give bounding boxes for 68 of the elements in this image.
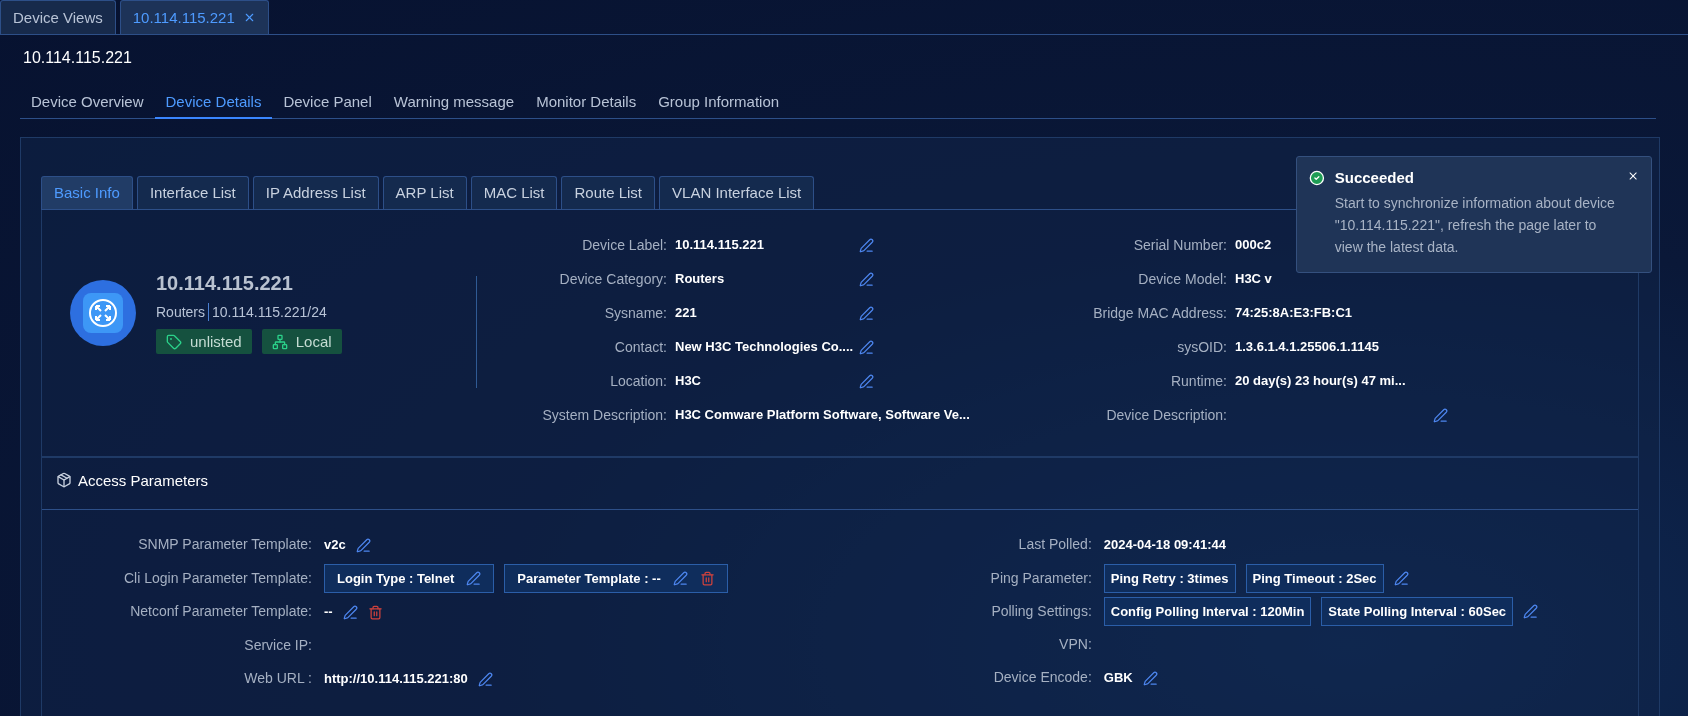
field-label: Device Label: [581, 236, 667, 255]
field-label: Polling Settings: [990, 602, 1092, 621]
section-tab[interactable]: Device Overview [20, 85, 155, 119]
detail-tab[interactable]: Interface List [136, 176, 249, 209]
device-tag: Local [261, 329, 342, 354]
field-label: Service IP: [243, 636, 312, 655]
field-value: New H3C Technologies Co.... [675, 338, 854, 356]
field-value: 2024-04-18 09:41:44 [1103, 536, 1226, 554]
field-label: Contact: [613, 338, 667, 357]
chip-text: Ping Timeout : 2Sec [1252, 571, 1377, 586]
field-label: Device Encode: [992, 668, 1092, 687]
field-value: 20 day(s) 23 hour(s) 47 mi... [1235, 372, 1406, 390]
chip-text: Config Polling Interval : 120Min [1110, 604, 1305, 619]
field-label: Sysname: [603, 304, 667, 323]
detail-tab[interactable]: Route List [561, 176, 656, 209]
chip-text: Ping Retry : 3times [1110, 571, 1229, 586]
field-label: Ping Parameter: [989, 569, 1092, 588]
field-value: 1.3.6.1.4.1.25506.1.1145 [1235, 338, 1379, 356]
section-tab[interactable]: Device Details [154, 85, 273, 119]
field-label: Serial Number: [1132, 236, 1227, 255]
section-title: Access Parameters [78, 472, 209, 489]
field-label: Bridge MAC Address: [1092, 304, 1227, 323]
chip-text: Parameter Template : -- [517, 571, 661, 586]
field-value: H3C v [1235, 270, 1272, 288]
field-label: Device Description: [1105, 406, 1227, 425]
field-label: Netconf Parameter Template: [129, 602, 312, 621]
detail-tab[interactable]: Basic Info [41, 176, 133, 209]
chip-text: State Polling Interval : 60Sec [1328, 604, 1507, 619]
detail-tab[interactable]: MAC List [470, 176, 558, 209]
field-value: -- [324, 603, 333, 621]
field-value: 000c2 [1235, 236, 1272, 254]
field-label: Location: [609, 372, 667, 391]
section-tab[interactable]: Warning message [382, 85, 526, 119]
field-value: GBK [1103, 669, 1133, 687]
field-value: 221 [675, 304, 697, 322]
field-value: H3C [675, 372, 701, 390]
section-tab[interactable]: Group Information [647, 85, 791, 119]
section-tab[interactable]: Device Panel [272, 85, 383, 119]
field-label: Device Model: [1137, 270, 1227, 289]
detail-tab[interactable]: ARP List [382, 176, 467, 209]
detail-tab[interactable]: VLAN Interface List [659, 176, 815, 209]
field-label: Device Category: [558, 270, 667, 289]
toast-message: Start to synchronize information about device "10.114.115.221", refresh the page later to view the latest data. [1334, 194, 1616, 257]
device-tag: unlisted [156, 329, 252, 354]
toast-title: Succeeded [1334, 169, 1415, 186]
field-label: Web URL : [243, 669, 312, 688]
field-label: Last Polled: [1017, 535, 1092, 554]
chip-text: Login Type : Telnet [337, 571, 455, 586]
field-label: sysOID: [1176, 338, 1227, 357]
field-value: 10.114.115.221 [675, 236, 764, 254]
field-value: http://10.114.115.221:80 [324, 670, 468, 688]
section-tab[interactable]: Monitor Details [525, 85, 648, 119]
field-value: v2c [324, 536, 346, 554]
field-label: VPN: [1058, 635, 1092, 654]
field-label: SNMP Parameter Template: [137, 535, 312, 554]
field-label: System Description: [541, 406, 667, 425]
window-tab[interactable]: Device Views [0, 0, 116, 34]
window-tab[interactable]: 10.114.115.221 [119, 0, 269, 34]
detail-tab[interactable]: IP Address List [252, 176, 379, 209]
field-value: Routers [675, 270, 725, 288]
device-name: 10.114.115.221 [156, 272, 294, 295]
field-label: Runtime: [1169, 372, 1227, 391]
device-address: 10.114.115.221/24 [212, 304, 327, 320]
page-title: 10.114.115.221 [22, 48, 133, 68]
field-value: H3C Comware Platform Software, Software Ve... [675, 406, 970, 424]
field-value: 74:25:8A:E3:FB:C1 [1235, 304, 1353, 322]
field-label: Cli Login Parameter Template: [122, 569, 312, 588]
device-category: Routers [156, 304, 206, 320]
